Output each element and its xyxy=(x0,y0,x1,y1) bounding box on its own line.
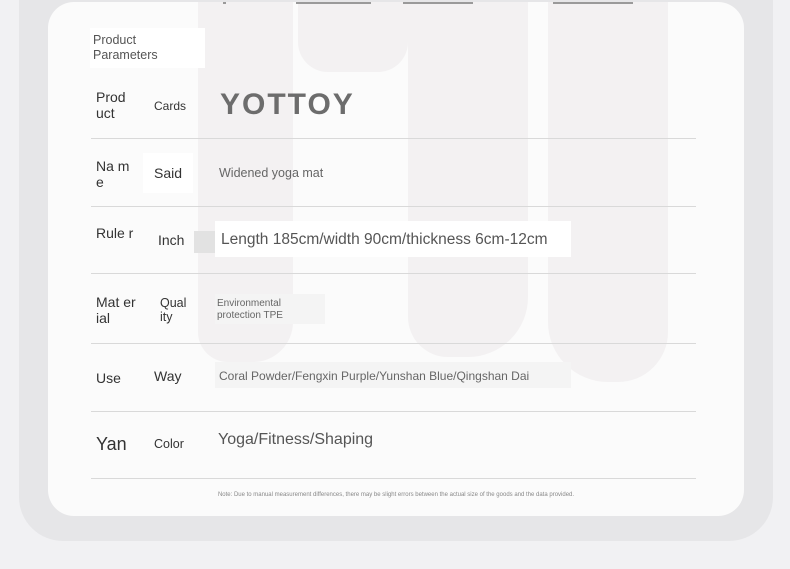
background-photo-edge xyxy=(553,2,633,4)
row-value: Widened yoga mat xyxy=(219,166,324,180)
row-key-primary: Mat erial xyxy=(96,294,136,326)
row-key-secondary: Color xyxy=(154,437,184,451)
row-key-secondary: Said xyxy=(154,165,183,181)
row-value: Length 185cm/width 90cm/thickness 6cm-12… xyxy=(221,231,548,248)
row-key-secondary: Qual ity xyxy=(160,296,187,324)
row-value: Environmental protection TPE xyxy=(217,298,283,321)
row-key-primary: Prod uct xyxy=(96,89,126,121)
background-photo-edge xyxy=(296,2,371,4)
table-row: Prod uct Cards xyxy=(91,68,696,139)
table-row: Yan Color Yoga/Fitness/Shaping xyxy=(91,412,696,479)
row-key-primary: Rule r xyxy=(96,225,134,241)
row-key-primary: Yan xyxy=(96,434,127,454)
row-value: Coral Powder/Fengxin Purple/Yunshan Blue… xyxy=(219,369,530,383)
table-row: Mat erial Qual ity Environmental protect… xyxy=(91,274,696,344)
section-title: Product Parameters xyxy=(93,33,158,62)
cell-chip xyxy=(194,231,216,253)
row-key-secondary: Inch xyxy=(158,232,185,248)
brand-logo: YOTTOY xyxy=(220,88,355,121)
row-key-primary: Na me xyxy=(96,158,130,190)
table-row: Use Way Coral Powder/Fengxin Purple/Yuns… xyxy=(91,344,696,412)
table-row: Rule r Inch Length 185cm/width 90cm/thic… xyxy=(91,207,696,274)
row-key-secondary: Way xyxy=(154,368,182,384)
table-row: Na me Said Widened yoga mat xyxy=(91,139,696,207)
row-key-primary: Use xyxy=(96,370,121,386)
parameter-card: Product Parameters Prod uct Cards YOTTOY… xyxy=(48,2,744,516)
row-value: Yoga/Fitness/Shaping xyxy=(218,431,374,448)
background-photo-edge xyxy=(223,2,226,4)
row-key-secondary: Cards xyxy=(154,99,187,113)
disclaimer-note: Note: Due to manual measurement differen… xyxy=(217,492,575,498)
background-photo-leg xyxy=(298,2,408,72)
background-photo-edge xyxy=(403,2,473,4)
